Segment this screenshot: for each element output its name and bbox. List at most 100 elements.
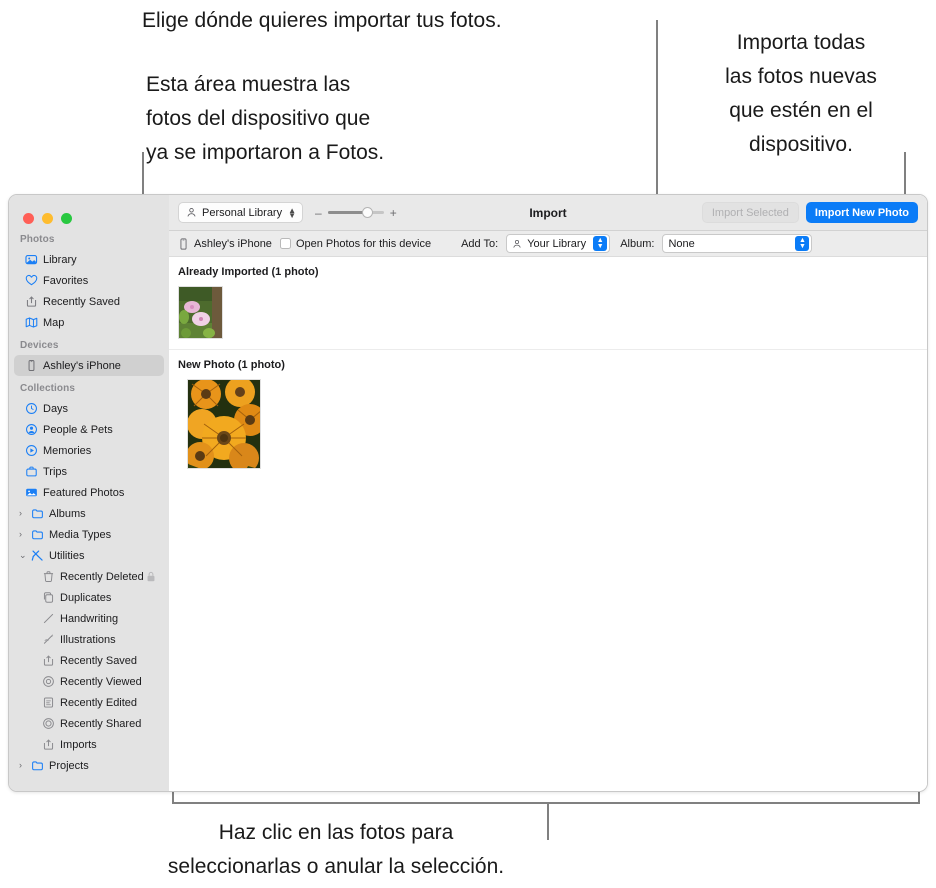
illustrations-icon [42,633,60,646]
sidebar-section-collections-header: Collections [20,383,75,394]
sidebar-item-label: Recently Edited [60,696,138,709]
sidebar-item-media-types[interactable]: › Media Types [14,524,164,545]
sidebar-item-handwriting[interactable]: Handwriting [14,608,164,629]
save-icon [25,295,43,308]
edited-icon [42,696,60,709]
sidebar-item-label: Imports [60,738,97,751]
chevron-updown-icon[interactable]: ▲ ▼ [288,206,296,219]
zoom-slider-track[interactable] [327,207,384,218]
import-new-photo-button[interactable]: Import New Photo [805,202,918,223]
sidebar-item-recently-viewed[interactable]: Recently Viewed [14,671,164,692]
sidebar-item-illustrations[interactable]: Illustrations [14,629,164,650]
sidebar-item-people-and-pets[interactable]: People & Pets [14,419,164,440]
callout-top-right: Importa todas las fotos nuevas que estén… [725,31,877,156]
sidebar-item-trips[interactable]: Trips [14,461,164,482]
person-icon [186,207,197,218]
pen-icon [42,612,60,625]
sidebar-item-duplicates[interactable]: Duplicates [14,587,164,608]
sidebar-item-recently-shared[interactable]: Recently Shared [14,713,164,734]
sidebar-item-featured-photos[interactable]: Featured Photos [14,482,164,503]
import-content-area[interactable]: Already Imported (1 photo) New Photo (1 … [169,257,927,791]
chevron-updown-icon[interactable]: ▲ ▼ [593,236,608,251]
sidebar-item-map[interactable]: Map [14,312,164,333]
zoom-in-label[interactable]: + [390,206,397,220]
folder-icon [31,759,49,772]
photo-thumbnail-new-photo[interactable] [187,379,261,469]
import-selected-button[interactable]: Import Selected [701,202,799,223]
device-name-label: Ashley's iPhone [194,237,272,250]
photo-grid-already-imported [169,278,927,349]
photos-app-window: Photos Library Favorites Recently Saved [8,194,928,792]
sidebar-item-memories[interactable]: Memories [14,440,164,461]
photo-grid-new-photo [169,371,927,479]
window-controls [9,201,169,227]
album-popup[interactable]: None ▲ ▼ [662,234,813,253]
sidebar-item-recently-saved[interactable]: Recently Saved [14,291,164,312]
minimize-button[interactable] [42,213,53,224]
zoom-out-label[interactable]: – [315,206,322,220]
trash-icon [42,570,60,583]
sidebar-item-label: People & Pets [43,423,113,436]
sidebar-item-projects[interactable]: › Projects [14,755,164,776]
sidebar-item-days[interactable]: Days [14,398,164,419]
tools-icon [31,549,49,562]
library-popup-button[interactable]: Personal Library ▲ ▼ [178,202,304,223]
sidebar-item-label: Favorites [43,274,89,287]
sidebar-item-label: Ashley's iPhone [43,359,121,372]
sidebar-item-label: Recently Saved [43,295,121,308]
sidebar-item-label: Recently Viewed [60,675,142,688]
sidebar-item-label: Utilities [49,549,85,562]
sidebar-section-devices-header: Devices [20,340,59,351]
close-button[interactable] [23,213,34,224]
chevron-down-icon[interactable]: ⌄ [19,551,31,560]
chevron-right-icon[interactable]: › [19,530,31,539]
photo-thumbnail-already-imported[interactable] [178,286,223,339]
toolbar-actions: Import Selected Import New Photo [701,202,918,223]
callout-top-left: Esta área muestra las fotos del disposit… [146,73,385,164]
sidebar-item-label: Albums [49,507,86,520]
shared-icon [42,717,60,730]
zoom-slider[interactable]: – + [315,206,397,220]
sidebar-item-recently-deleted[interactable]: Recently Deleted [14,566,164,587]
sidebar-item-label: Handwriting [60,612,119,625]
album-label: Album: [620,237,655,250]
sidebar-item-label: Recently Saved [60,654,138,667]
viewed-icon [42,675,60,688]
leader-line-bottom-stem [547,804,549,840]
sidebar-item-label: Recently Shared [60,717,142,730]
person-icon [25,423,43,436]
sidebar: Photos Library Favorites Recently Saved [9,195,169,791]
chevron-right-icon[interactable]: › [19,761,31,770]
sidebar-item-label: Library [43,253,77,266]
sidebar-item-label: Days [43,402,69,415]
add-to-popup[interactable]: Your Library ▲ ▼ [506,234,611,253]
sidebar-item-label: Trips [43,465,68,478]
callout-top-center: Elige dónde quieres importar tus fotos. [142,9,502,32]
library-popup-label: Personal Library [202,206,283,219]
iphone-icon [178,237,189,250]
sidebar-item-ashleys-iphone[interactable]: Ashley's iPhone [14,355,164,376]
save-icon [42,738,60,751]
folder-icon [31,507,49,520]
iphone-icon [25,359,43,372]
duplicates-icon [42,591,60,604]
sidebar-item-albums[interactable]: › Albums [14,503,164,524]
group-title-new-photo: New Photo (1 photo) [178,359,285,371]
chevron-updown-icon[interactable]: ▲ ▼ [795,236,810,251]
lock-icon [146,571,156,582]
sidebar-item-utilities[interactable]: ⌄ Utilities [14,545,164,566]
sidebar-item-recently-saved-utility[interactable]: Recently Saved [14,650,164,671]
zoom-button[interactable] [61,213,72,224]
open-photos-checkbox[interactable] [279,238,291,249]
sidebar-item-favorites[interactable]: Favorites [14,270,164,291]
featured-icon [25,486,43,499]
library-icon [25,253,43,266]
sidebar-item-library[interactable]: Library [14,249,164,270]
sidebar-item-label: Map [43,316,65,329]
sidebar-item-recently-edited[interactable]: Recently Edited [14,692,164,713]
chevron-right-icon[interactable]: › [19,509,31,518]
sidebar-item-imports[interactable]: Imports [14,734,164,755]
device-indicator: Ashley's iPhone [178,238,272,250]
zoom-slider-knob[interactable] [361,207,373,218]
sidebar-item-label: Illustrations [60,633,116,646]
